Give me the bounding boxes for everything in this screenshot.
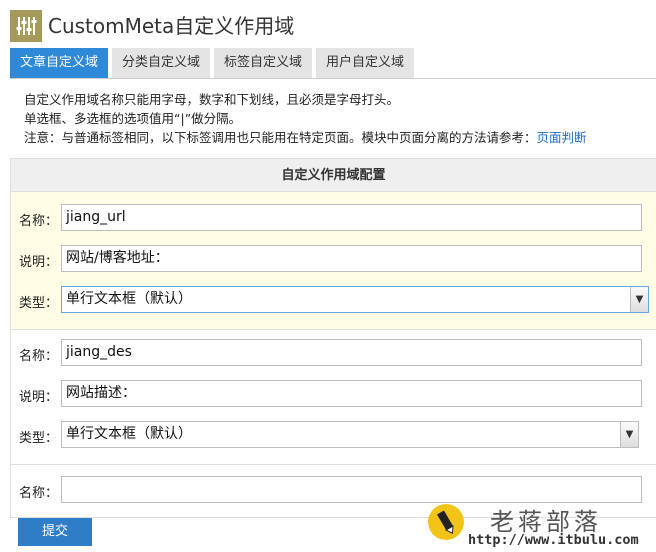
name-input[interactable]	[61, 476, 642, 503]
type-label: 类型：	[19, 296, 59, 311]
tab-category-meta[interactable]: 分类自定义域	[112, 48, 211, 78]
note-line-1: 自定义作用域名称只能用字母，数字和下划线，且必须是字母打头。	[24, 92, 400, 107]
note-line-3: 注意：与普通标签相同，以下标签调用也只能用在特定页面。模块中页面分离的方法请参考…	[24, 128, 656, 147]
pencil-icon	[428, 504, 464, 540]
tab-bar: 文章自定义域 分类自定义域 标签自定义域 用户自定义域	[10, 48, 418, 78]
type-select[interactable]: 单行文本框（默认） ▼	[61, 421, 639, 448]
panel-title: 自定义作用域配置	[11, 159, 656, 192]
name-label: 名称：	[19, 349, 59, 364]
page-judge-link[interactable]: 页面判断	[537, 130, 587, 145]
note-line-2: 单选框、多选框的选项值用“|”做分隔。	[24, 111, 242, 126]
desc-input[interactable]: 网站/博客地址：	[61, 245, 642, 272]
meta-field-group: 名称： jiang_des 说明： 网站描述： 类型： 单行文本框（默认） ▼	[11, 330, 656, 465]
desc-label: 说明：	[19, 255, 59, 270]
name-input[interactable]: jiang_des	[61, 339, 642, 366]
name-label: 名称：	[19, 214, 59, 229]
type-select[interactable]: 单行文本框（默认） ▼	[61, 286, 649, 313]
meta-settings-icon	[10, 10, 42, 42]
chevron-down-icon[interactable]: ▼	[620, 422, 638, 447]
watermark-url: http://www.itbulu.com	[468, 532, 639, 548]
type-select-value: 单行文本框（默认）	[66, 291, 192, 307]
chevron-down-icon[interactable]: ▼	[630, 287, 648, 312]
app-header: CustomMeta自定义作用域	[10, 10, 294, 42]
tab-divider	[10, 78, 656, 79]
desc-input[interactable]: 网站描述：	[61, 380, 642, 407]
name-label: 名称：	[19, 486, 59, 501]
help-notes: 自定义作用域名称只能用字母，数字和下划线，且必须是字母打头。 单选框、多选框的选…	[24, 90, 656, 147]
tab-tag-meta[interactable]: 标签自定义域	[214, 48, 313, 78]
meta-field-group: 名称： jiang_url 说明： 网站/博客地址： 类型： 单行文本框（默认）…	[11, 192, 656, 330]
site-watermark: 老蒋部落 http://www.itbulu.com	[424, 502, 650, 550]
desc-label: 说明：	[19, 390, 59, 405]
meta-config-panel: 自定义作用域配置 名称： jiang_url 说明： 网站/博客地址： 类型： …	[10, 158, 656, 518]
type-label: 类型：	[19, 431, 59, 446]
submit-button[interactable]: 提交	[18, 518, 92, 546]
type-select-value: 单行文本框（默认）	[66, 426, 192, 442]
note-line-3-text: 注意：与普通标签相同，以下标签调用也只能用在特定页面。模块中页面分离的方法请参考…	[24, 130, 537, 145]
tab-user-meta[interactable]: 用户自定义域	[316, 48, 415, 78]
tab-post-meta[interactable]: 文章自定义域	[10, 48, 109, 78]
name-input[interactable]: jiang_url	[61, 204, 642, 231]
page-title: CustomMeta自定义作用域	[48, 14, 295, 38]
